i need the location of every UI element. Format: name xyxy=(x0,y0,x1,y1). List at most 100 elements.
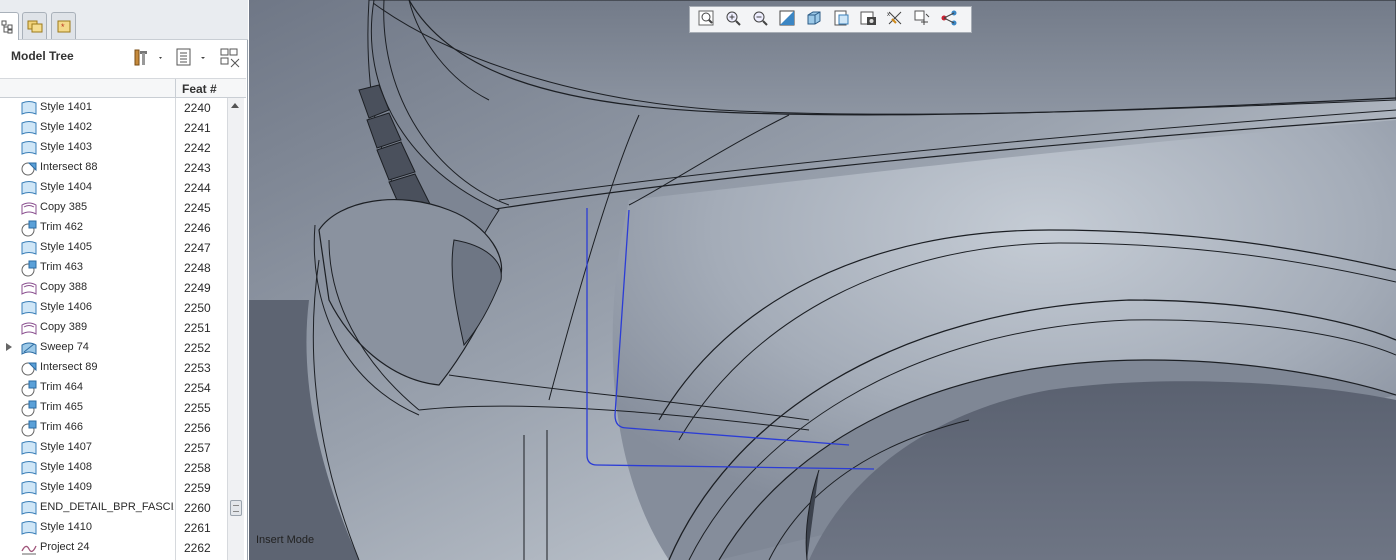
feature-name: Intersect 89 xyxy=(40,361,98,373)
feature-name: Trim 466 xyxy=(40,421,83,433)
intersect-feature-icon xyxy=(20,159,38,177)
tree-row[interactable]: Trim 462 2246 xyxy=(0,218,226,238)
tree-row[interactable]: END_DETAIL_BPR_FASCIA 2260 xyxy=(0,498,226,518)
feature-name: Style 1408 xyxy=(40,461,92,473)
datum-display-icon: x xyxy=(886,9,904,30)
tree-row[interactable]: Style 1409 2259 xyxy=(0,478,226,498)
tree-row[interactable]: Trim 463 2248 xyxy=(0,258,226,278)
tree-filter-icon[interactable] xyxy=(219,47,241,72)
feature-name: Trim 462 xyxy=(40,221,83,233)
tree-row[interactable]: Style 1402 2241 xyxy=(0,118,226,138)
feature-number: 2258 xyxy=(184,461,211,475)
tree-row[interactable]: Style 1403 2242 xyxy=(0,138,226,158)
feature-name: Copy 389 xyxy=(40,321,88,333)
style-feature-icon xyxy=(20,499,38,517)
feature-name: Style 1404 xyxy=(40,181,92,193)
feature-name: Trim 464 xyxy=(40,381,83,393)
feature-number: 2240 xyxy=(184,101,211,115)
tree-row[interactable]: Copy 389 2251 xyxy=(0,318,226,338)
tree-row[interactable]: Intersect 89 2253 xyxy=(0,358,226,378)
feature-name: Trim 463 xyxy=(40,261,83,273)
trim-feature-icon xyxy=(20,259,38,277)
datum-display-button[interactable]: x xyxy=(883,9,907,31)
feature-number: 2249 xyxy=(184,281,211,295)
model-tree-list: Style 1401 2240 Style 1402 2241 Style 1403 22… xyxy=(0,98,226,560)
style-feature-icon xyxy=(20,99,38,117)
tree-row[interactable]: Project 24 2262 xyxy=(0,538,226,558)
tree-row[interactable]: Trim 464 2254 xyxy=(0,378,226,398)
spin-center-button[interactable] xyxy=(910,9,934,31)
feature-number: 2257 xyxy=(184,441,211,455)
scroll-up-arrow-icon[interactable] xyxy=(231,103,239,108)
refit-icon xyxy=(697,9,715,30)
show-columns-icon[interactable] xyxy=(174,47,208,70)
saved-views-icon xyxy=(832,9,850,30)
tree-row[interactable]: Copy 388 2249 xyxy=(0,278,226,298)
feature-name: Project 24 xyxy=(40,541,90,553)
spin-center-icon xyxy=(913,9,931,30)
feature-number: 2259 xyxy=(184,481,211,495)
copy-feature-icon xyxy=(20,199,38,217)
expand-arrow-icon[interactable] xyxy=(6,343,12,351)
tree-row[interactable]: Style 1405 2247 xyxy=(0,238,226,258)
tree-row[interactable]: Intersect 88 2243 xyxy=(0,158,226,178)
tree-row[interactable]: Style 1406 2250 xyxy=(0,298,226,318)
style-feature-icon xyxy=(20,239,38,257)
settings-tools-icon[interactable] xyxy=(131,47,165,70)
style-feature-icon xyxy=(20,299,38,317)
tree-row[interactable]: Style 1410 2261 xyxy=(0,518,226,538)
tree-row[interactable]: Trim 466 2256 xyxy=(0,418,226,438)
tree-row[interactable]: Style 1401 2240 xyxy=(0,98,226,118)
column-separator[interactable] xyxy=(175,79,176,99)
graphics-viewport[interactable]: x Insert Mode xyxy=(249,0,1396,560)
trim-feature-icon xyxy=(20,379,38,397)
tree-row[interactable]: Sweep 74 2252 xyxy=(0,338,226,358)
model-tree-icon xyxy=(1,20,12,33)
display-style-icon xyxy=(805,9,823,30)
feature-name: Copy 385 xyxy=(40,201,88,213)
tree-row[interactable]: Style 1408 2258 xyxy=(0,458,226,478)
model-tree-title: Model Tree xyxy=(11,49,74,63)
folder-browser-tab[interactable] xyxy=(22,12,47,39)
view-manager-button[interactable] xyxy=(856,9,880,31)
feature-name: Intersect 88 xyxy=(40,161,98,173)
display-style-button[interactable] xyxy=(802,9,826,31)
view-manager-icon xyxy=(859,9,877,30)
feature-name: Style 1406 xyxy=(40,301,92,313)
annotation-display-button[interactable] xyxy=(937,9,961,31)
annotation-display-icon xyxy=(940,9,958,30)
zoom-out-button[interactable] xyxy=(748,9,772,31)
trim-feature-icon xyxy=(20,419,38,437)
feature-name: Style 1410 xyxy=(40,521,92,533)
scroll-thumb[interactable] xyxy=(230,500,242,516)
zoom-in-icon xyxy=(724,9,742,30)
feature-name: END_DETAIL_BPR_FASCIA xyxy=(40,501,174,513)
tree-row[interactable]: Style 1407 2257 xyxy=(0,438,226,458)
tree-row[interactable]: Trim 465 2255 xyxy=(0,398,226,418)
feature-number: 2241 xyxy=(184,121,211,135)
tree-row[interactable]: Style 1404 2244 xyxy=(0,178,226,198)
feature-number: 2250 xyxy=(184,301,211,315)
feature-number: 2244 xyxy=(184,181,211,195)
saved-views-button[interactable] xyxy=(829,9,853,31)
feature-name: Style 1409 xyxy=(40,481,92,493)
feature-name: Style 1402 xyxy=(40,121,92,133)
model-tree-panel: * Model Tree Feat # Style 1401 2240 Style … xyxy=(0,0,248,560)
favorites-tab[interactable]: * xyxy=(51,12,76,39)
favorites-icon: * xyxy=(57,20,70,33)
model-tree-tab[interactable] xyxy=(0,12,19,40)
style-feature-icon xyxy=(20,139,38,157)
tree-vertical-scrollbar[interactable] xyxy=(227,98,244,560)
zoom-in-button[interactable] xyxy=(721,9,745,31)
feat-number-column-header[interactable]: Feat # xyxy=(182,82,217,96)
repaint-icon xyxy=(778,9,796,30)
feature-name: Sweep 74 xyxy=(40,341,89,353)
feature-name: Copy 388 xyxy=(40,281,88,293)
feature-number: 2248 xyxy=(184,261,211,275)
feature-number: 2251 xyxy=(184,321,211,335)
style-feature-icon xyxy=(20,479,38,497)
refit-button[interactable] xyxy=(694,9,718,31)
repaint-button[interactable] xyxy=(775,9,799,31)
tree-column-header: Feat # xyxy=(0,78,246,99)
tree-row[interactable]: Copy 385 2245 xyxy=(0,198,226,218)
